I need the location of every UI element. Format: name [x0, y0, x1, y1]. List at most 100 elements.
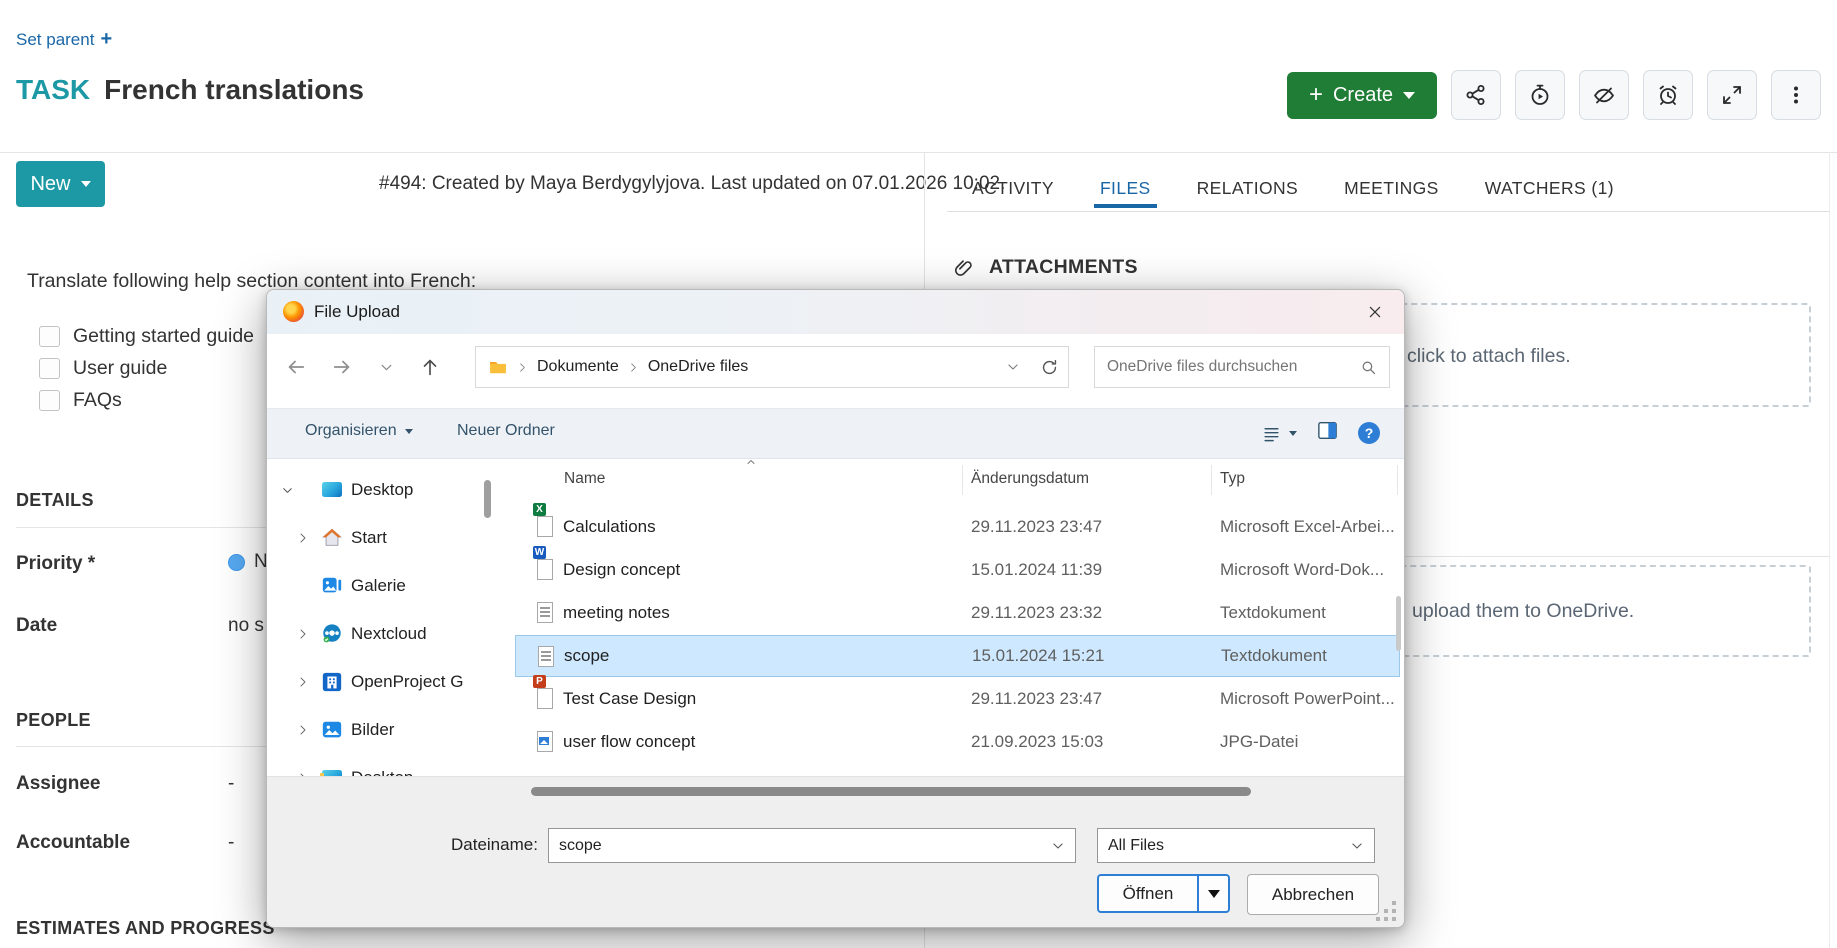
close-button[interactable] [1358, 296, 1392, 328]
share-button[interactable] [1451, 70, 1501, 120]
list-view-icon [1262, 424, 1281, 443]
tree-item-openproject[interactable]: OpenProject G [267, 667, 497, 697]
checkbox[interactable] [39, 326, 60, 347]
column-divider[interactable] [1397, 465, 1398, 495]
view-mode-button[interactable] [1262, 424, 1297, 443]
tabs-underline [947, 211, 1830, 212]
chevron-down-icon [1350, 839, 1364, 853]
time-tracking-button[interactable] [1515, 70, 1565, 120]
header-divider [0, 152, 1837, 153]
tab-meetings[interactable]: MEETINGS [1344, 168, 1439, 208]
paperclip-icon [953, 257, 975, 279]
create-button[interactable]: + Create [1287, 72, 1437, 119]
new-folder-button[interactable]: Neuer Ordner [457, 422, 555, 440]
column-header-type[interactable]: Typ [1220, 470, 1245, 488]
tab-relations[interactable]: RELATIONS [1197, 168, 1299, 208]
chevron-down-icon[interactable] [281, 484, 295, 497]
chevron-right-icon[interactable] [297, 676, 311, 688]
openproject-task-page: Set parent+ TASK French translations + C… [0, 0, 1837, 948]
up-button[interactable] [413, 350, 447, 384]
help-button[interactable]: ? [1358, 422, 1380, 444]
column-divider[interactable] [962, 465, 963, 495]
more-options-button[interactable] [1771, 70, 1821, 120]
tab-files[interactable]: FILES [1100, 168, 1151, 208]
file-row-calculations[interactable]: X Calculations 29.11.2023 23:47 Microsof… [515, 506, 1400, 548]
tab-activity[interactable]: ACTIVITY [972, 168, 1054, 208]
search-input[interactable] [1095, 357, 1360, 377]
chevron-down-icon [379, 360, 394, 375]
tree-item-nextcloud[interactable]: Nextcloud [267, 619, 497, 649]
accountable-value[interactable]: - [228, 832, 234, 854]
cancel-button[interactable]: Abbrechen [1247, 874, 1379, 915]
chevron-right-icon [517, 362, 528, 373]
tree-item-desktop[interactable]: Desktop [267, 475, 497, 505]
tree-item-galerie[interactable]: Galerie [267, 571, 497, 601]
refresh-button[interactable] [1030, 350, 1068, 384]
file-row-test-case-design[interactable]: P Test Case Design 29.11.2023 23:47 Micr… [515, 678, 1400, 720]
column-header-name[interactable]: Name [564, 470, 605, 488]
tab-watchers[interactable]: WATCHERS (1) [1485, 168, 1614, 208]
file-row-design-concept[interactable]: W Design concept 15.01.2024 11:39 Micros… [515, 549, 1400, 591]
column-divider[interactable] [1211, 465, 1212, 495]
breadcrumb-dokumente[interactable]: Dokumente [537, 358, 619, 376]
assignee-value[interactable]: - [228, 773, 234, 795]
filename-combobox[interactable] [548, 828, 1076, 863]
dialog-titlebar[interactable]: File Upload [267, 290, 1404, 334]
horizontal-scrollbar[interactable] [531, 787, 1251, 796]
back-button[interactable] [279, 350, 313, 384]
search-icon [1360, 359, 1377, 376]
organize-menu[interactable]: Organisieren [305, 422, 413, 440]
dialog-toolbar: Organisieren Neuer Ordner ? [267, 408, 1404, 459]
desktop-icon [321, 479, 343, 501]
forward-button[interactable] [325, 350, 359, 384]
breadcrumb-onedrive-files[interactable]: OneDrive files [648, 358, 748, 376]
filetype-combobox[interactable]: All Files [1097, 828, 1375, 863]
file-row-meeting-notes[interactable]: meeting notes 29.11.2023 23:32 Textdokum… [515, 592, 1400, 634]
priority-value[interactable]: N [228, 551, 268, 573]
checkbox[interactable] [39, 390, 60, 411]
checklist-item: FAQs [39, 386, 122, 414]
chevron-right-icon[interactable] [297, 532, 311, 544]
preview-pane-icon [1317, 421, 1338, 440]
file-row-user-flow-concept[interactable]: user flow concept 21.09.2023 15:03 JPG-D… [515, 721, 1400, 763]
alarm-clock-icon [1656, 83, 1680, 107]
reminder-button[interactable] [1643, 70, 1693, 120]
recent-locations-button[interactable] [371, 350, 401, 384]
arrow-right-icon [331, 356, 353, 378]
tree-item-start[interactable]: Start [267, 523, 497, 553]
tree-item-bilder[interactable]: Bilder [267, 715, 497, 745]
open-split-dropdown[interactable] [1197, 876, 1228, 911]
chevron-right-icon[interactable] [297, 724, 311, 736]
unwatch-button[interactable] [1579, 70, 1629, 120]
sort-ascending-icon [745, 456, 757, 468]
preview-pane-button[interactable] [1317, 421, 1338, 445]
detail-tabs: ACTIVITY FILES RELATIONS MEETINGS WATCHE… [972, 168, 1614, 208]
estimates-heading: ESTIMATES AND PROGRESS [16, 918, 275, 939]
resize-grip[interactable] [1392, 901, 1396, 905]
status-dropdown[interactable]: New [16, 161, 105, 207]
set-parent-link[interactable]: Set parent+ [16, 28, 112, 51]
file-row-scope[interactable]: scope 15.01.2024 15:21 Textdokument [515, 635, 1400, 677]
address-bar[interactable]: Dokumente OneDrive files [475, 346, 1069, 388]
filename-input[interactable] [549, 837, 1051, 855]
date-value[interactable]: no s [228, 615, 264, 637]
checklist-item: User guide [39, 354, 167, 382]
checkbox[interactable] [39, 358, 60, 379]
sidebar-scrollbar[interactable] [484, 480, 491, 518]
chevron-right-icon[interactable] [297, 628, 311, 640]
accountable-label: Accountable [16, 832, 130, 854]
assignee-label: Assignee [16, 773, 100, 795]
expand-icon [1720, 83, 1744, 107]
open-button[interactable]: Öffnen [1097, 874, 1230, 913]
list-scrollbar[interactable] [1396, 596, 1401, 651]
kebab-menu-icon [1784, 83, 1808, 107]
caret-down-icon [1208, 890, 1220, 898]
dialog-footer: Dateiname: All Files Öffnen Abbrechen [267, 776, 1404, 927]
refresh-icon [1040, 358, 1059, 377]
attachments-heading: ATTACHMENTS [953, 256, 1138, 279]
address-dropdown-button[interactable] [996, 350, 1030, 384]
fullscreen-button[interactable] [1707, 70, 1757, 120]
stopwatch-icon [1528, 83, 1552, 107]
search-box[interactable] [1094, 346, 1390, 388]
column-header-date[interactable]: Änderungsdatum [971, 470, 1089, 488]
